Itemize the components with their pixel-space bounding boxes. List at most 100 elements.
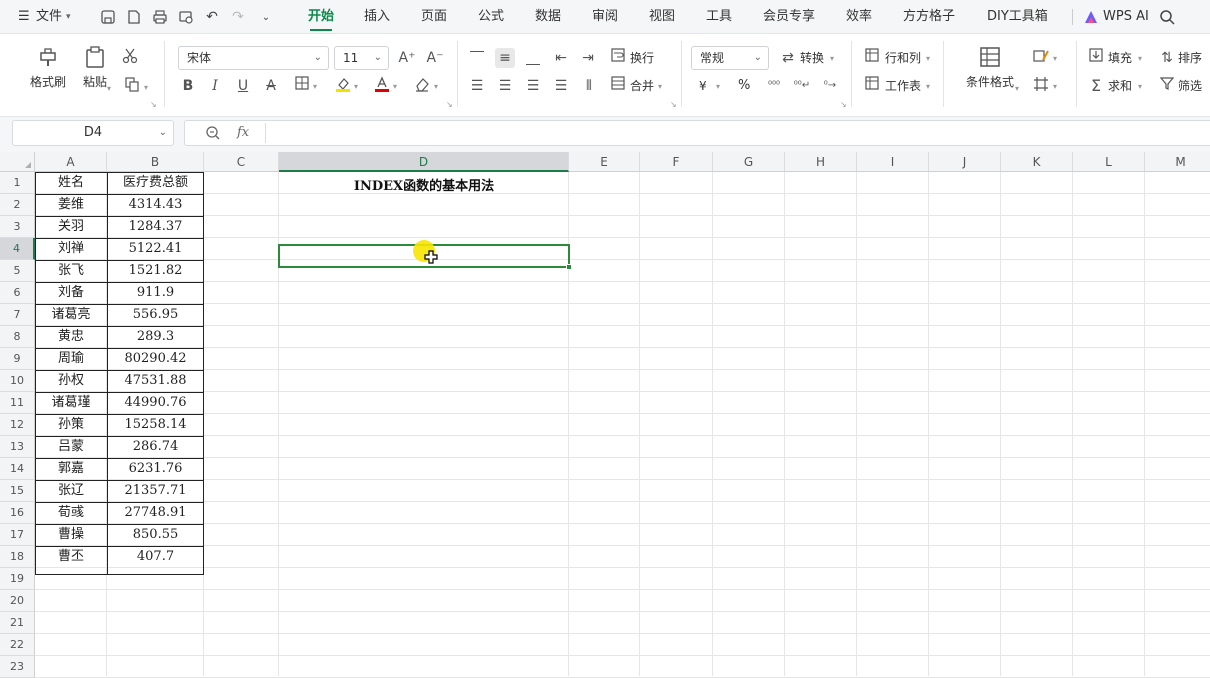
file-menu[interactable]: 文件: [36, 0, 62, 34]
borders-icon[interactable]: [292, 76, 312, 96]
column-header[interactable]: A: [35, 152, 107, 172]
row-header[interactable]: 23: [0, 656, 35, 678]
increase-indent-icon[interactable]: ⇥: [578, 48, 598, 68]
row-header[interactable]: 3: [0, 216, 35, 238]
row-header[interactable]: 18: [0, 546, 35, 568]
column-header[interactable]: M: [1145, 152, 1210, 172]
alignment-launcher-icon[interactable]: ↘: [670, 101, 678, 109]
merge-dropdown-icon[interactable]: ▾: [658, 83, 666, 91]
align-middle-icon[interactable]: ≡: [495, 48, 515, 68]
rows-cols-dropdown-icon[interactable]: ▾: [926, 55, 934, 63]
sum-dropdown-icon[interactable]: ▾: [1138, 83, 1146, 91]
conditional-format-button[interactable]: 条件格式: [958, 45, 1022, 90]
underline-button[interactable]: U: [233, 76, 253, 96]
row-header[interactable]: 14: [0, 458, 35, 480]
column-header[interactable]: B: [107, 152, 204, 172]
cut-icon[interactable]: [120, 48, 140, 68]
font-color-icon[interactable]: [372, 76, 392, 96]
borders-dropdown-icon[interactable]: ▾: [313, 83, 321, 91]
align-right-icon[interactable]: ☰: [523, 76, 543, 96]
print-icon[interactable]: [150, 7, 170, 27]
undo-icon[interactable]: ↶: [202, 7, 222, 27]
filter-button[interactable]: 筛选: [1178, 75, 1202, 97]
tab-ffcell[interactable]: 方方格子: [903, 0, 955, 34]
fill-color-dropdown-icon[interactable]: ▾: [354, 83, 362, 91]
tab-formulas[interactable]: 公式: [478, 0, 504, 34]
column-header[interactable]: F: [640, 152, 713, 172]
font-size-select[interactable]: 11 ⌄: [334, 46, 389, 70]
tab-page[interactable]: 页面: [421, 0, 447, 34]
hamburger-menu-icon[interactable]: ☰: [18, 0, 30, 34]
row-header[interactable]: 19: [0, 568, 35, 590]
redo-icon[interactable]: ↷: [228, 7, 248, 27]
row-header[interactable]: 6: [0, 282, 35, 304]
file-menu-chevron-icon[interactable]: ▾: [66, 0, 71, 34]
column-header[interactable]: J: [929, 152, 1001, 172]
search-icon[interactable]: [1157, 7, 1177, 27]
fill-color-icon[interactable]: [333, 76, 353, 96]
sum-button[interactable]: 求和: [1108, 75, 1132, 97]
table-style-dropdown-icon[interactable]: ▾: [1053, 83, 1061, 91]
decrease-indent-icon[interactable]: ⇤: [551, 48, 571, 68]
select-all-corner[interactable]: [0, 152, 35, 172]
column-header[interactable]: L: [1073, 152, 1145, 172]
align-left-icon[interactable]: ☰: [467, 76, 487, 96]
fill-dropdown-icon[interactable]: ▾: [1138, 55, 1146, 63]
name-box[interactable]: D4 ⌄: [12, 120, 174, 146]
column-header[interactable]: I: [857, 152, 929, 172]
decrease-decimal-icon[interactable]: ⁰→: [820, 76, 840, 96]
font-name-select[interactable]: 宋体 ⌄: [178, 46, 329, 70]
conditional-format-dropdown-icon[interactable]: ▾: [1015, 85, 1023, 93]
sort-button[interactable]: 排序: [1178, 47, 1202, 69]
worksheet-button[interactable]: 工作表: [885, 75, 921, 97]
print-preview-icon[interactable]: [176, 7, 196, 27]
clipboard-launcher-icon[interactable]: ↘: [150, 101, 158, 109]
font-color-dropdown-icon[interactable]: ▾: [393, 83, 401, 91]
row-header[interactable]: 1: [0, 172, 35, 194]
row-header[interactable]: 4: [0, 238, 35, 260]
cell-style-dropdown-icon[interactable]: ▾: [1053, 55, 1061, 63]
currency-button[interactable]: ¥: [699, 75, 707, 97]
align-top-icon[interactable]: ⎺: [467, 48, 487, 68]
increase-decimal-icon[interactable]: ⁰⁰↵: [792, 76, 812, 96]
clear-format-icon[interactable]: [412, 76, 432, 96]
row-header[interactable]: 15: [0, 480, 35, 502]
distributed-icon[interactable]: ⫴: [579, 76, 599, 96]
currency-dropdown-icon[interactable]: ▾: [716, 83, 724, 91]
cell-style-icon[interactable]: [1031, 48, 1051, 68]
row-header[interactable]: 21: [0, 612, 35, 634]
row-header[interactable]: 2: [0, 194, 35, 216]
percent-button[interactable]: %: [738, 75, 750, 97]
paste-button[interactable]: 粘贴: [70, 45, 120, 90]
column-header[interactable]: D: [279, 152, 569, 172]
number-format-select[interactable]: 常规 ⌄: [691, 46, 769, 70]
save-icon[interactable]: [98, 7, 118, 27]
comma-style-icon[interactable]: ⁰⁰⁰: [764, 76, 784, 96]
row-header[interactable]: 7: [0, 304, 35, 326]
align-bottom-icon[interactable]: ⎽: [523, 48, 543, 68]
rows-cols-button[interactable]: 行和列: [885, 47, 921, 69]
decrease-font-size-icon[interactable]: A⁻: [425, 48, 445, 68]
column-header[interactable]: G: [713, 152, 785, 172]
fill-button[interactable]: 填充: [1108, 47, 1132, 69]
wrap-text-button[interactable]: 换行: [630, 47, 654, 69]
tab-review[interactable]: 审阅: [592, 0, 618, 34]
row-header[interactable]: 11: [0, 392, 35, 414]
tab-insert[interactable]: 插入: [364, 0, 390, 34]
column-header[interactable]: E: [569, 152, 640, 172]
row-header[interactable]: 22: [0, 634, 35, 656]
bold-button[interactable]: B: [178, 76, 198, 96]
tab-efficiency[interactable]: 效率: [846, 0, 872, 34]
copy-dropdown-icon[interactable]: ▾: [144, 84, 152, 92]
export-pdf-icon[interactable]: [124, 7, 144, 27]
formula-input-area[interactable]: fx: [184, 120, 1210, 146]
row-header[interactable]: 17: [0, 524, 35, 546]
tab-diy-toolbox[interactable]: DIY工具箱: [987, 0, 1048, 34]
strikethrough-button[interactable]: A: [261, 76, 281, 96]
row-header[interactable]: 20: [0, 590, 35, 612]
fill-handle[interactable]: [566, 264, 572, 270]
row-header[interactable]: 16: [0, 502, 35, 524]
table-style-icon[interactable]: [1031, 76, 1051, 96]
column-header[interactable]: H: [785, 152, 857, 172]
convert-button[interactable]: 转换: [800, 47, 824, 69]
